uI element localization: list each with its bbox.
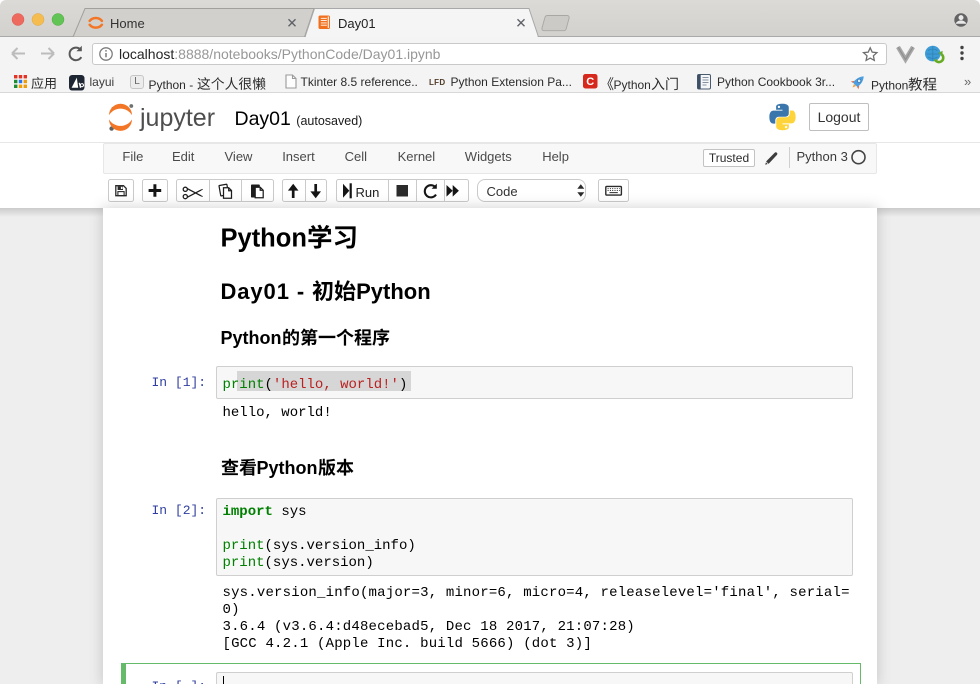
svg-text:C: C (586, 76, 594, 88)
